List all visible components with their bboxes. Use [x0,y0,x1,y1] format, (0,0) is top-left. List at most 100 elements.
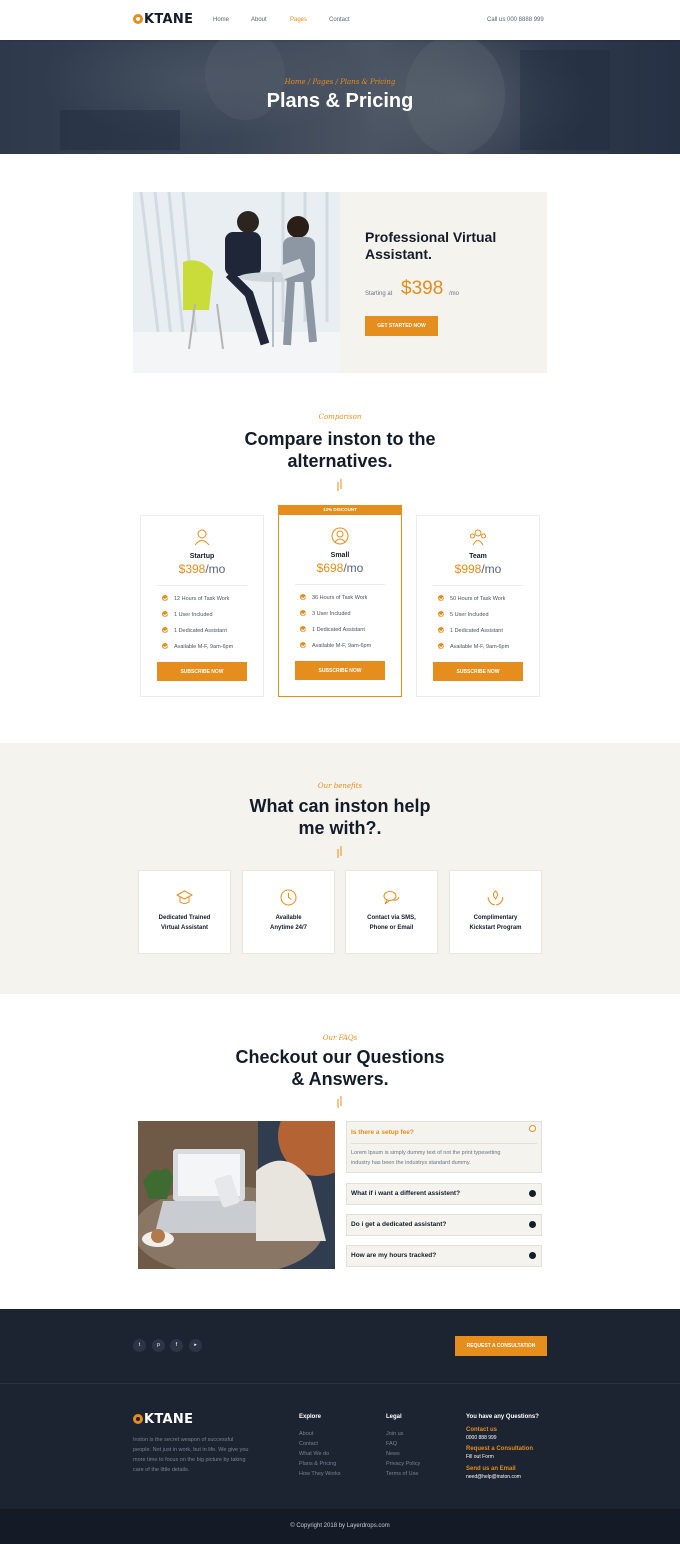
plan-feature: 36 Hours of Task Work [300,594,367,602]
plan-price: $398/mo [140,562,264,576]
get-started-button[interactable]: Get Started Now [365,316,438,336]
breadcrumb[interactable]: Home / Pages / Plans & Pricing [0,78,680,86]
footer-link[interactable]: What We do [299,1449,341,1459]
pinterest-icon[interactable]: p [152,1339,165,1352]
nav-home[interactable]: Home [213,17,229,23]
footer-link[interactable]: Privacy Policy [386,1459,420,1469]
plan-feature: 1 Dedicated Assistant [300,626,365,634]
email-link[interactable]: need@help@inston.com [466,1474,521,1480]
check-icon [162,595,168,601]
subscribe-startup-button[interactable]: Subscribe Now [157,662,247,681]
benefits-title: What can inston help me with?. [0,795,680,839]
benefit-label-line2: Anytime 24/7 [269,925,308,931]
youtube-icon[interactable]: ▸ [189,1339,202,1352]
divider [157,585,247,586]
subscribe-team-button[interactable]: Subscribe Now [433,662,523,681]
benefit-card [242,870,335,954]
subscribe-small-button[interactable]: Subscribe Now [295,661,385,680]
plan-price-value: $398 [178,562,206,576]
logo[interactable]: KTANE [133,12,193,27]
footer-link[interactable]: Plans & Pricing [299,1459,341,1469]
plan-feature: 50 Hours of Task Work [438,595,505,603]
footer-explore-links: About Contact What We do Plans & Pricing… [299,1429,341,1479]
call-us-text[interactable]: Call us 000 8888 999 [487,17,544,23]
faq-question[interactable]: Is there a setup fee? [351,1129,414,1136]
check-icon [438,595,444,601]
compare-title-line1: Compare inston to the [244,429,436,449]
check-icon [300,642,306,648]
footer-link[interactable]: How They Works [299,1469,341,1479]
email-label: Send us an Email [466,1466,516,1472]
office-meeting-photo [133,192,340,373]
footer-questions-heading: You have any Questions? [466,1414,539,1420]
nav-contact[interactable]: Contact [329,17,350,23]
benefit-label-line2: Kickstart Program [469,925,522,931]
faq-question[interactable]: How are my hours tracked? [351,1252,436,1259]
footer-about-line: more time to focus on the big picture by… [133,1457,246,1463]
plan-feature: Available M-F, 9am-6pm [300,642,371,650]
expand-icon[interactable] [529,1252,536,1259]
check-icon [438,611,444,617]
plan-feature-text: 3 User Included [312,611,351,617]
contact-phone[interactable]: 0000 888 999 [466,1435,497,1441]
page-title: Plans & Pricing [266,90,414,112]
discount-badge: 12% Discount [278,505,402,515]
feature-title-line2: Assistant. [365,246,432,262]
section-divider-icon [337,846,342,858]
benefit-card [138,870,231,954]
plan-feature-text: Available M-F, 9am-6pm [174,644,234,650]
faq-answer-line2: industry has been the industrys standard… [351,1160,471,1166]
facebook-icon[interactable]: f [170,1339,183,1352]
plan-feature: 1 Dedicated Assistant [438,627,503,635]
section-divider-icon [337,479,342,491]
user-icon [194,529,210,546]
benefits-title-line1: What can inston help [249,796,431,816]
plan-feature-text: 5 User Included [450,612,489,618]
faq-question[interactable]: Do i get a dedicated assistant? [351,1221,446,1228]
check-icon [300,610,306,616]
footer-link[interactable]: Contact [299,1439,341,1449]
plan-price-period: /mo [343,561,364,575]
plan-feature: Available M-F, 9am-6pm [438,643,509,651]
faq-title: Checkout our Questions & Answers. [0,1046,680,1090]
twitter-icon[interactable]: t [133,1339,146,1352]
footer-link[interactable]: Join us [386,1429,420,1439]
benefits-section [0,743,680,994]
plan-feature-text: 1 Dedicated Assistant [450,628,503,634]
chat-bubbles-icon [383,891,400,905]
check-icon [438,627,444,633]
expand-icon[interactable] [529,1190,536,1197]
plan-price-period: /mo [481,562,502,576]
site-header: KTANE Home About Pages Contact Call us 0… [0,0,680,40]
benefit-label-line1: Contact via SMS, [367,915,416,921]
footer-link[interactable]: News [386,1449,420,1459]
footer-link[interactable]: About [299,1429,341,1439]
benefit-label-line1: Complimentary [473,915,518,921]
feature-per-month: /mo [449,291,460,297]
section-divider-icon [337,1096,342,1108]
fill-form-link[interactable]: Fill out Form [466,1454,494,1460]
collapse-icon[interactable] [529,1125,536,1132]
footer-link[interactable]: Terms of Use [386,1469,420,1479]
compare-title: Compare inston to the alternatives. [0,428,680,472]
plan-name: Team [469,553,487,560]
user-circle-icon [331,527,349,545]
request-consultation-button[interactable]: Request a Consultation [455,1336,547,1356]
footer-link[interactable]: FAQ [386,1439,420,1449]
nav-about[interactable]: About [251,17,267,23]
faq-question[interactable]: What if i want a different assistent? [351,1190,460,1197]
plan-name: Small [330,552,350,559]
footer-logo[interactable]: KTANE [133,1412,193,1427]
plan-price: $698/mo [278,561,402,575]
nav-pages[interactable]: Pages [290,17,307,23]
plan-feature-text: 1 Dedicated Assistant [312,627,365,633]
faq-answer: Lorem Ipsum is simply dummy text of not … [351,1148,537,1168]
feature-price: $398 [401,278,444,299]
benefit-label: Available Anytime 24/7 [242,913,335,933]
expand-icon[interactable] [529,1221,536,1228]
plan-feature-text: 12 Hours of Task Work [174,596,230,602]
check-icon [300,594,306,600]
benefit-label: Complimentary Kickstart Program [449,913,542,933]
check-icon [162,643,168,649]
footer-about-line: Inston is the secret weapon of successfu… [133,1437,234,1443]
